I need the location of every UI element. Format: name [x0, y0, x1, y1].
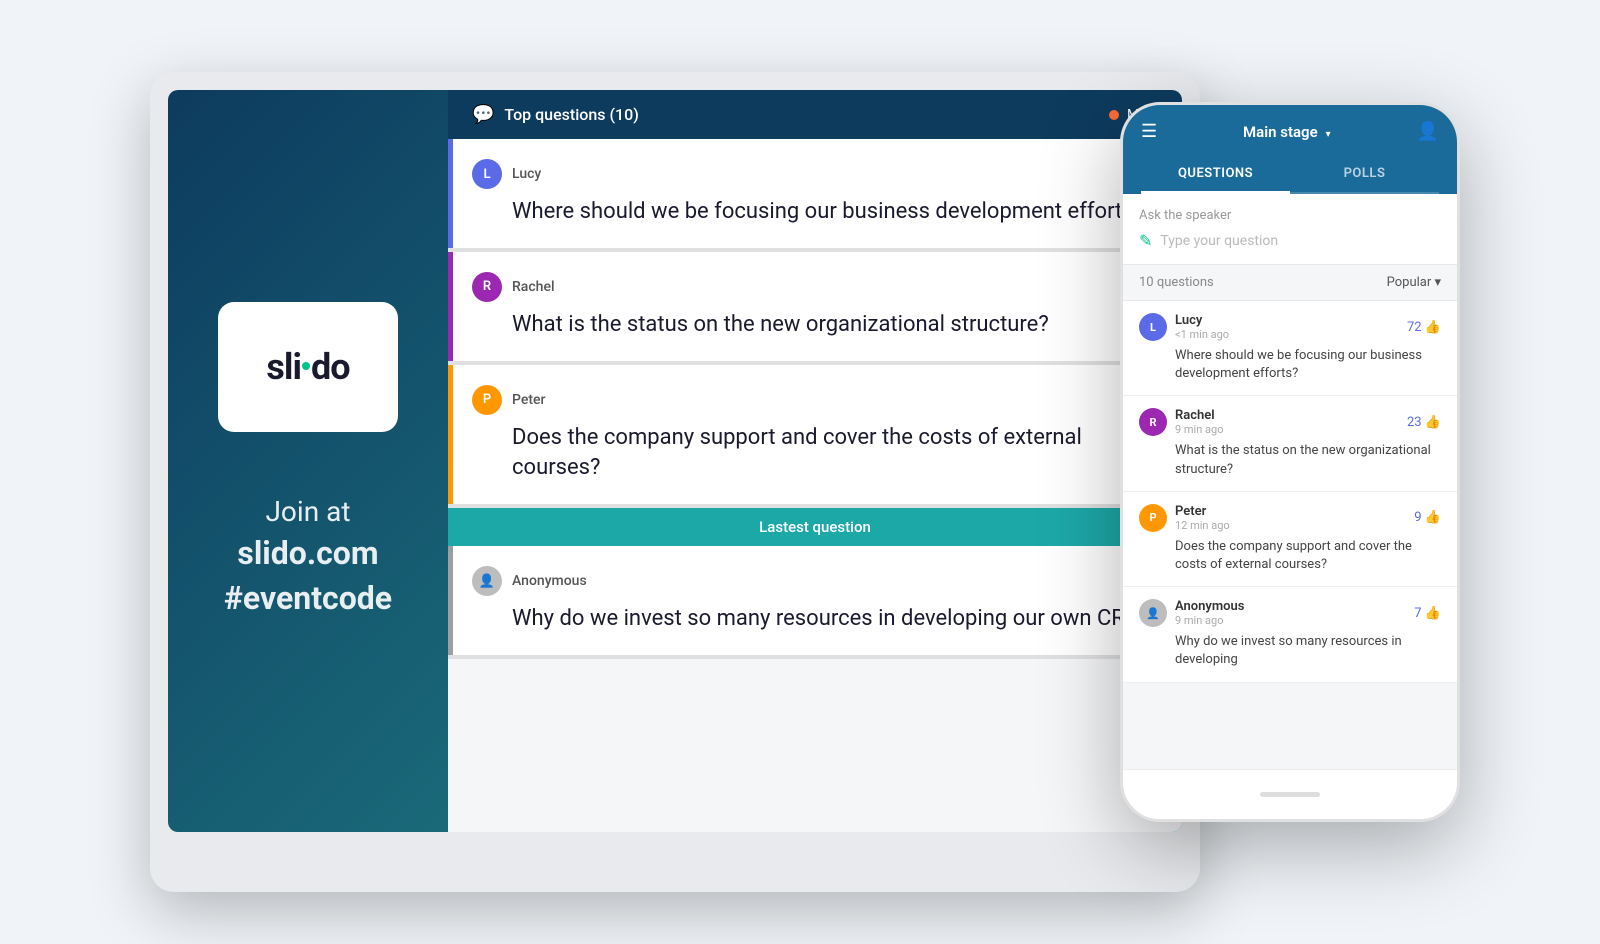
scene: slido Join at slido.com #eventcode 💬 Top…	[100, 42, 1500, 902]
questions-list: L Lucy Where should we be focusing our b…	[448, 139, 1182, 832]
pq-text: Where should we be focusing our business…	[1139, 347, 1441, 383]
list-item: 👤 Anonymous 9 min ago 7 👍 Why do we inve…	[1123, 587, 1457, 682]
tab-polls[interactable]: POLLS	[1290, 156, 1439, 192]
pq-time: <1 min ago	[1175, 328, 1229, 341]
ask-speaker-box: Ask the speaker ✎ Type your question	[1123, 194, 1457, 265]
content-header: 💬 Top questions (10) Main	[448, 90, 1182, 139]
question-author: 👤 Anonymous	[472, 566, 1158, 596]
main-content: 💬 Top questions (10) Main L Lucy W	[448, 90, 1182, 832]
stage-title: Main stage	[1243, 123, 1318, 141]
pq-name-time: Anonymous 9 min ago	[1175, 599, 1244, 627]
pq-likes[interactable]: 7 👍	[1414, 606, 1441, 621]
pq-time: 12 min ago	[1175, 519, 1230, 532]
pq-user: 👤 Anonymous 9 min ago	[1139, 599, 1244, 627]
avatar: 👤	[472, 566, 502, 596]
avatar: L	[1139, 313, 1167, 341]
table-row: 👤 Anonymous Why do we invest so many res…	[448, 546, 1182, 659]
table-row: P Peter Does the company support and cov…	[448, 365, 1182, 509]
author-name: Anonymous	[512, 573, 587, 589]
pq-header: P Peter 12 min ago 9 👍	[1139, 504, 1441, 532]
left-panel: slido Join at slido.com #eventcode	[168, 90, 448, 832]
question-text: Why do we invest so many resources in de…	[472, 604, 1158, 635]
pq-text: Does the company support and cover the c…	[1139, 538, 1441, 574]
pq-name: Anonymous	[1175, 599, 1244, 614]
pq-user: R Rachel 9 min ago	[1139, 408, 1223, 436]
pq-likes[interactable]: 9 👍	[1414, 510, 1441, 525]
logo-dot	[302, 362, 310, 370]
laptop-mockup: slido Join at slido.com #eventcode 💬 Top…	[150, 72, 1200, 892]
tab-questions[interactable]: QUESTIONS	[1141, 156, 1290, 194]
stage-arrow-icon: ▾	[1326, 129, 1331, 140]
avatar: P	[472, 385, 502, 415]
user-icon[interactable]: 👤	[1417, 121, 1439, 142]
edit-icon: ✎	[1139, 231, 1152, 250]
home-indicator	[1260, 792, 1320, 797]
pq-name-time: Peter 12 min ago	[1175, 504, 1230, 532]
type-question-placeholder: Type your question	[1160, 233, 1278, 249]
list-item: L Lucy <1 min ago 72 👍 Where should we b…	[1123, 301, 1457, 396]
author-name: Lucy	[512, 166, 541, 182]
type-question-row[interactable]: ✎ Type your question	[1139, 231, 1441, 250]
pq-user: L Lucy <1 min ago	[1139, 313, 1229, 341]
author-name: Rachel	[512, 279, 555, 295]
phone-bottom	[1123, 769, 1457, 819]
pq-text: What is the status on the new organizati…	[1139, 442, 1441, 478]
pq-name: Peter	[1175, 504, 1230, 519]
pq-name: Lucy	[1175, 313, 1229, 328]
list-item: P Peter 12 min ago 9 👍 Does the company …	[1123, 492, 1457, 587]
questions-count-row: 10 questions Popular ▾	[1123, 265, 1457, 301]
avatar: 👤	[1139, 599, 1167, 627]
stage-label: Main stage ▾	[1243, 122, 1331, 141]
phone-tabs: QUESTIONS POLLS	[1141, 156, 1439, 194]
author-name: Peter	[512, 392, 545, 408]
phone-header: ☰ Main stage ▾ 👤 QUESTIONS POLLS	[1123, 105, 1457, 194]
list-item: R Rachel 9 min ago 23 👍 What is the stat…	[1123, 396, 1457, 491]
question-author: P Peter	[472, 385, 1158, 415]
avatar: L	[472, 159, 502, 189]
ask-speaker-label: Ask the speaker	[1139, 208, 1441, 223]
phone-body: Ask the speaker ✎ Type your question 10 …	[1123, 194, 1457, 769]
latest-banner: Lastest question	[448, 508, 1182, 546]
table-row: L Lucy Where should we be focusing our b…	[448, 139, 1182, 252]
pq-name: Rachel	[1175, 408, 1223, 423]
pq-likes[interactable]: 72 👍	[1407, 320, 1441, 335]
question-text: Where should we be focusing our business…	[472, 197, 1158, 228]
header-title: Top questions (10)	[504, 105, 638, 124]
pq-name-time: Lucy <1 min ago	[1175, 313, 1229, 341]
questions-count: 10 questions	[1139, 275, 1214, 290]
pq-user: P Peter 12 min ago	[1139, 504, 1230, 532]
question-text: What is the status on the new organizati…	[472, 310, 1158, 341]
question-author: R Rachel	[472, 272, 1158, 302]
question-text: Does the company support and cover the c…	[472, 423, 1158, 485]
pq-time: 9 min ago	[1175, 614, 1244, 627]
pq-header: L Lucy <1 min ago 72 👍	[1139, 313, 1441, 341]
pq-name-time: Rachel 9 min ago	[1175, 408, 1223, 436]
pq-likes[interactable]: 23 👍	[1407, 415, 1441, 430]
sort-dropdown[interactable]: Popular ▾	[1387, 275, 1441, 290]
question-author: L Lucy	[472, 159, 1158, 189]
avatar: P	[1139, 504, 1167, 532]
table-row: R Rachel What is the status on the new o…	[448, 252, 1182, 365]
hamburger-icon[interactable]: ☰	[1141, 121, 1157, 142]
join-text: Join at slido.com #eventcode	[224, 492, 392, 621]
slido-logo: slido	[266, 346, 349, 388]
avatar: R	[1139, 408, 1167, 436]
pq-text: Why do we invest so many resources in de…	[1139, 633, 1441, 669]
phone-mockup: ☰ Main stage ▾ 👤 QUESTIONS POLLS Ask the…	[1120, 102, 1460, 822]
status-dot	[1109, 110, 1119, 120]
laptop-screen: slido Join at slido.com #eventcode 💬 Top…	[168, 90, 1182, 832]
avatar: R	[472, 272, 502, 302]
phone-top-bar: ☰ Main stage ▾ 👤	[1141, 121, 1439, 142]
chat-icon: 💬	[472, 104, 494, 125]
pq-time: 9 min ago	[1175, 423, 1223, 436]
slido-logo-box: slido	[218, 302, 398, 432]
pq-header: 👤 Anonymous 9 min ago 7 👍	[1139, 599, 1441, 627]
pq-header: R Rachel 9 min ago 23 👍	[1139, 408, 1441, 436]
